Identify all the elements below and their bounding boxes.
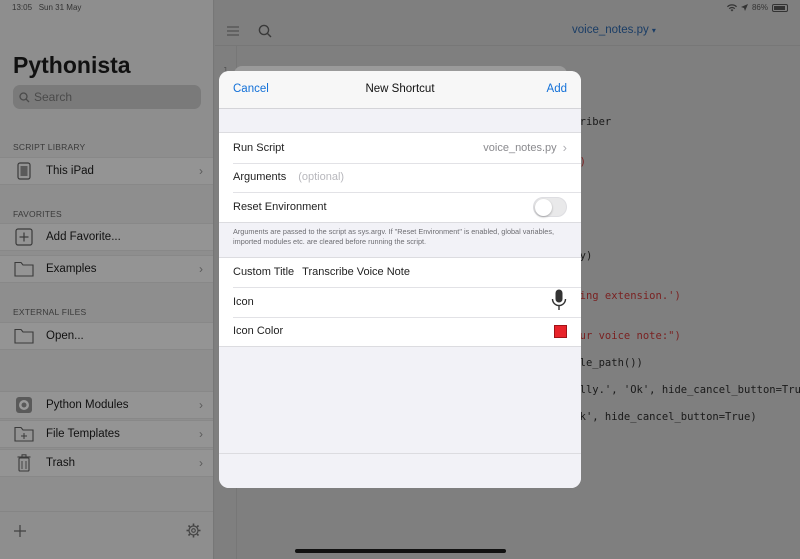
folder-icon bbox=[14, 260, 34, 278]
status-right: 86% bbox=[726, 3, 788, 12]
sidebar-item-label: Trash bbox=[46, 457, 75, 469]
sidebar-item-open[interactable]: Open... bbox=[0, 322, 213, 350]
filename-title[interactable]: voice_notes.py ▾ bbox=[572, 24, 656, 36]
search-icon[interactable] bbox=[258, 24, 272, 38]
chevron-right-icon: › bbox=[199, 427, 203, 441]
icon-label: Icon bbox=[233, 295, 254, 308]
chevron-right-icon: › bbox=[562, 140, 567, 156]
appearance-group: Custom Title Transcribe Voice Note Icon … bbox=[219, 256, 581, 347]
battery-percent: 86% bbox=[751, 3, 768, 12]
sidebar-item-label: File Templates bbox=[46, 428, 120, 440]
icon-color-swatch[interactable] bbox=[554, 324, 567, 338]
sheet-title: New Shortcut bbox=[365, 83, 435, 95]
section-header-external-files: EXTERNAL FILES bbox=[13, 307, 87, 317]
wifi-icon bbox=[726, 3, 737, 11]
ipad-icon bbox=[14, 162, 34, 180]
sidebar-item-add-favorite[interactable]: Add Favorite... bbox=[0, 223, 213, 251]
sidebar-item-label: Add Favorite... bbox=[46, 231, 121, 243]
code-fragment: aring extension.') bbox=[567, 290, 681, 302]
add-button[interactable]: Add bbox=[547, 83, 567, 95]
sidebar-item-label: Examples bbox=[46, 263, 97, 275]
arguments-footnote: Arguments are passed to the script as sy… bbox=[233, 226, 554, 246]
chevron-right-icon: › bbox=[199, 164, 203, 178]
sidebar: Pythonista Search SCRIPT LIBRARY This iP… bbox=[0, 0, 214, 559]
section-header-script-library: SCRIPT LIBRARY bbox=[13, 142, 86, 152]
battery-icon bbox=[772, 3, 788, 12]
microphone-icon bbox=[551, 289, 567, 314]
arguments-label: Arguments bbox=[233, 171, 287, 184]
code-fragment: your voice note:") bbox=[567, 330, 681, 342]
icon-color-label: Icon Color bbox=[233, 325, 284, 338]
run-script-label: Run Script bbox=[233, 141, 285, 154]
sidebar-item-this-ipad[interactable]: This iPad › bbox=[0, 157, 213, 185]
code-fragment: fully.', 'Ok', hide_cancel_button=True bbox=[567, 384, 800, 396]
search-icon bbox=[19, 91, 30, 102]
sidebar-search-field[interactable]: Search bbox=[13, 85, 201, 109]
chevron-right-icon: › bbox=[199, 456, 203, 470]
location-arrow-icon bbox=[740, 4, 748, 11]
chevron-right-icon: › bbox=[199, 262, 203, 276]
arguments-row[interactable]: Arguments (optional) bbox=[219, 162, 581, 193]
sidebar-item-trash[interactable]: Trash › bbox=[0, 449, 213, 477]
editor-toolbar bbox=[215, 16, 800, 46]
sheet-navbar: Cancel New Shortcut Add bbox=[219, 71, 581, 109]
sidebar-item-python-modules[interactable]: Python Modules › bbox=[0, 391, 213, 419]
run-script-value: voice_notes.py › bbox=[483, 140, 567, 156]
status-bar: 13:05 Sun 31 May 86% bbox=[0, 0, 800, 16]
app-title: Pythonista bbox=[13, 52, 131, 78]
icon-color-row[interactable]: Icon Color bbox=[219, 316, 581, 347]
chevron-right-icon: › bbox=[199, 398, 203, 412]
trash-icon bbox=[14, 454, 34, 472]
sidebar-item-label: Python Modules bbox=[46, 399, 129, 411]
run-script-row[interactable]: Run Script voice_notes.py › bbox=[219, 133, 581, 163]
sidebar-item-examples[interactable]: Examples › bbox=[0, 255, 213, 283]
sidebar-item-label: Open... bbox=[46, 330, 84, 342]
list-icon[interactable] bbox=[227, 26, 239, 36]
sheet-bottom-area bbox=[219, 453, 581, 488]
gear-icon[interactable] bbox=[186, 523, 201, 538]
icon-row[interactable]: Icon bbox=[219, 287, 581, 317]
custom-title-label: Custom Title bbox=[233, 266, 295, 279]
script-settings-group: Run Script voice_notes.py › Arguments (op… bbox=[219, 132, 581, 223]
status-time: 13:05 Sun 31 May bbox=[12, 3, 82, 12]
custom-title-row[interactable]: Custom Title Transcribe Voice Note bbox=[219, 258, 581, 288]
sidebar-item-file-templates[interactable]: File Templates › bbox=[0, 420, 213, 448]
folder-plus-icon bbox=[14, 425, 34, 443]
arguments-input[interactable]: (optional) bbox=[298, 171, 344, 183]
new-shortcut-sheet: Cancel New Shortcut Add Run Script voice… bbox=[219, 71, 581, 488]
custom-title-input[interactable]: Transcribe Voice Note bbox=[302, 266, 410, 278]
sidebar-footer bbox=[0, 511, 213, 559]
section-header-favorites: FAVORITES bbox=[13, 209, 62, 219]
reset-environment-row: Reset Environment bbox=[219, 192, 581, 222]
code-fragment: 'Ok', hide_cancel_button=True) bbox=[567, 411, 757, 423]
plus-square-icon bbox=[14, 228, 34, 246]
folder-icon bbox=[14, 327, 34, 345]
add-icon[interactable] bbox=[13, 524, 27, 538]
python-icon bbox=[14, 396, 34, 414]
sidebar-item-label: This iPad bbox=[46, 165, 94, 177]
home-indicator bbox=[295, 549, 506, 553]
reset-environment-label: Reset Environment bbox=[233, 200, 327, 213]
reset-environment-toggle[interactable] bbox=[533, 196, 567, 217]
search-placeholder: Search bbox=[34, 90, 73, 104]
